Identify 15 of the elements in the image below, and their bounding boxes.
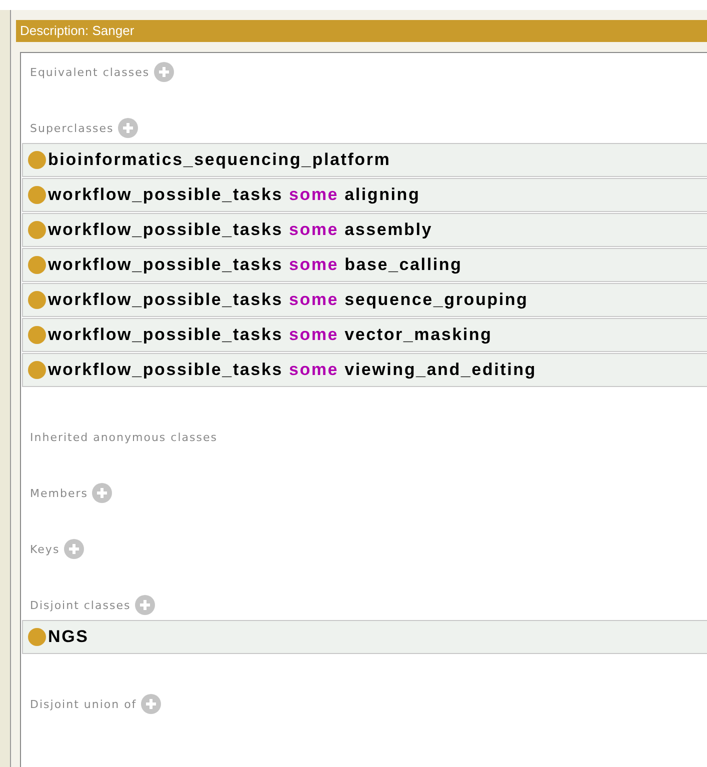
add-button[interactable] xyxy=(154,62,174,82)
add-button[interactable] xyxy=(140,694,161,714)
add-button[interactable] xyxy=(118,118,138,138)
section-label: Inherited anonymous classes xyxy=(30,431,218,444)
add-button[interactable] xyxy=(64,538,84,559)
add-button[interactable] xyxy=(92,482,112,503)
section-label: Equivalent classes xyxy=(30,66,150,79)
panel-title: Description: Sanger xyxy=(16,20,707,42)
section-label: Members xyxy=(30,487,88,500)
class-expression[interactable]: NGS xyxy=(48,624,89,650)
section-label: Keys xyxy=(30,543,60,556)
section-label: Disjoint union of xyxy=(30,698,137,711)
add-button[interactable] xyxy=(134,594,155,615)
section-label: Disjoint classes xyxy=(30,599,131,612)
section-label: Superclasses xyxy=(30,122,114,135)
